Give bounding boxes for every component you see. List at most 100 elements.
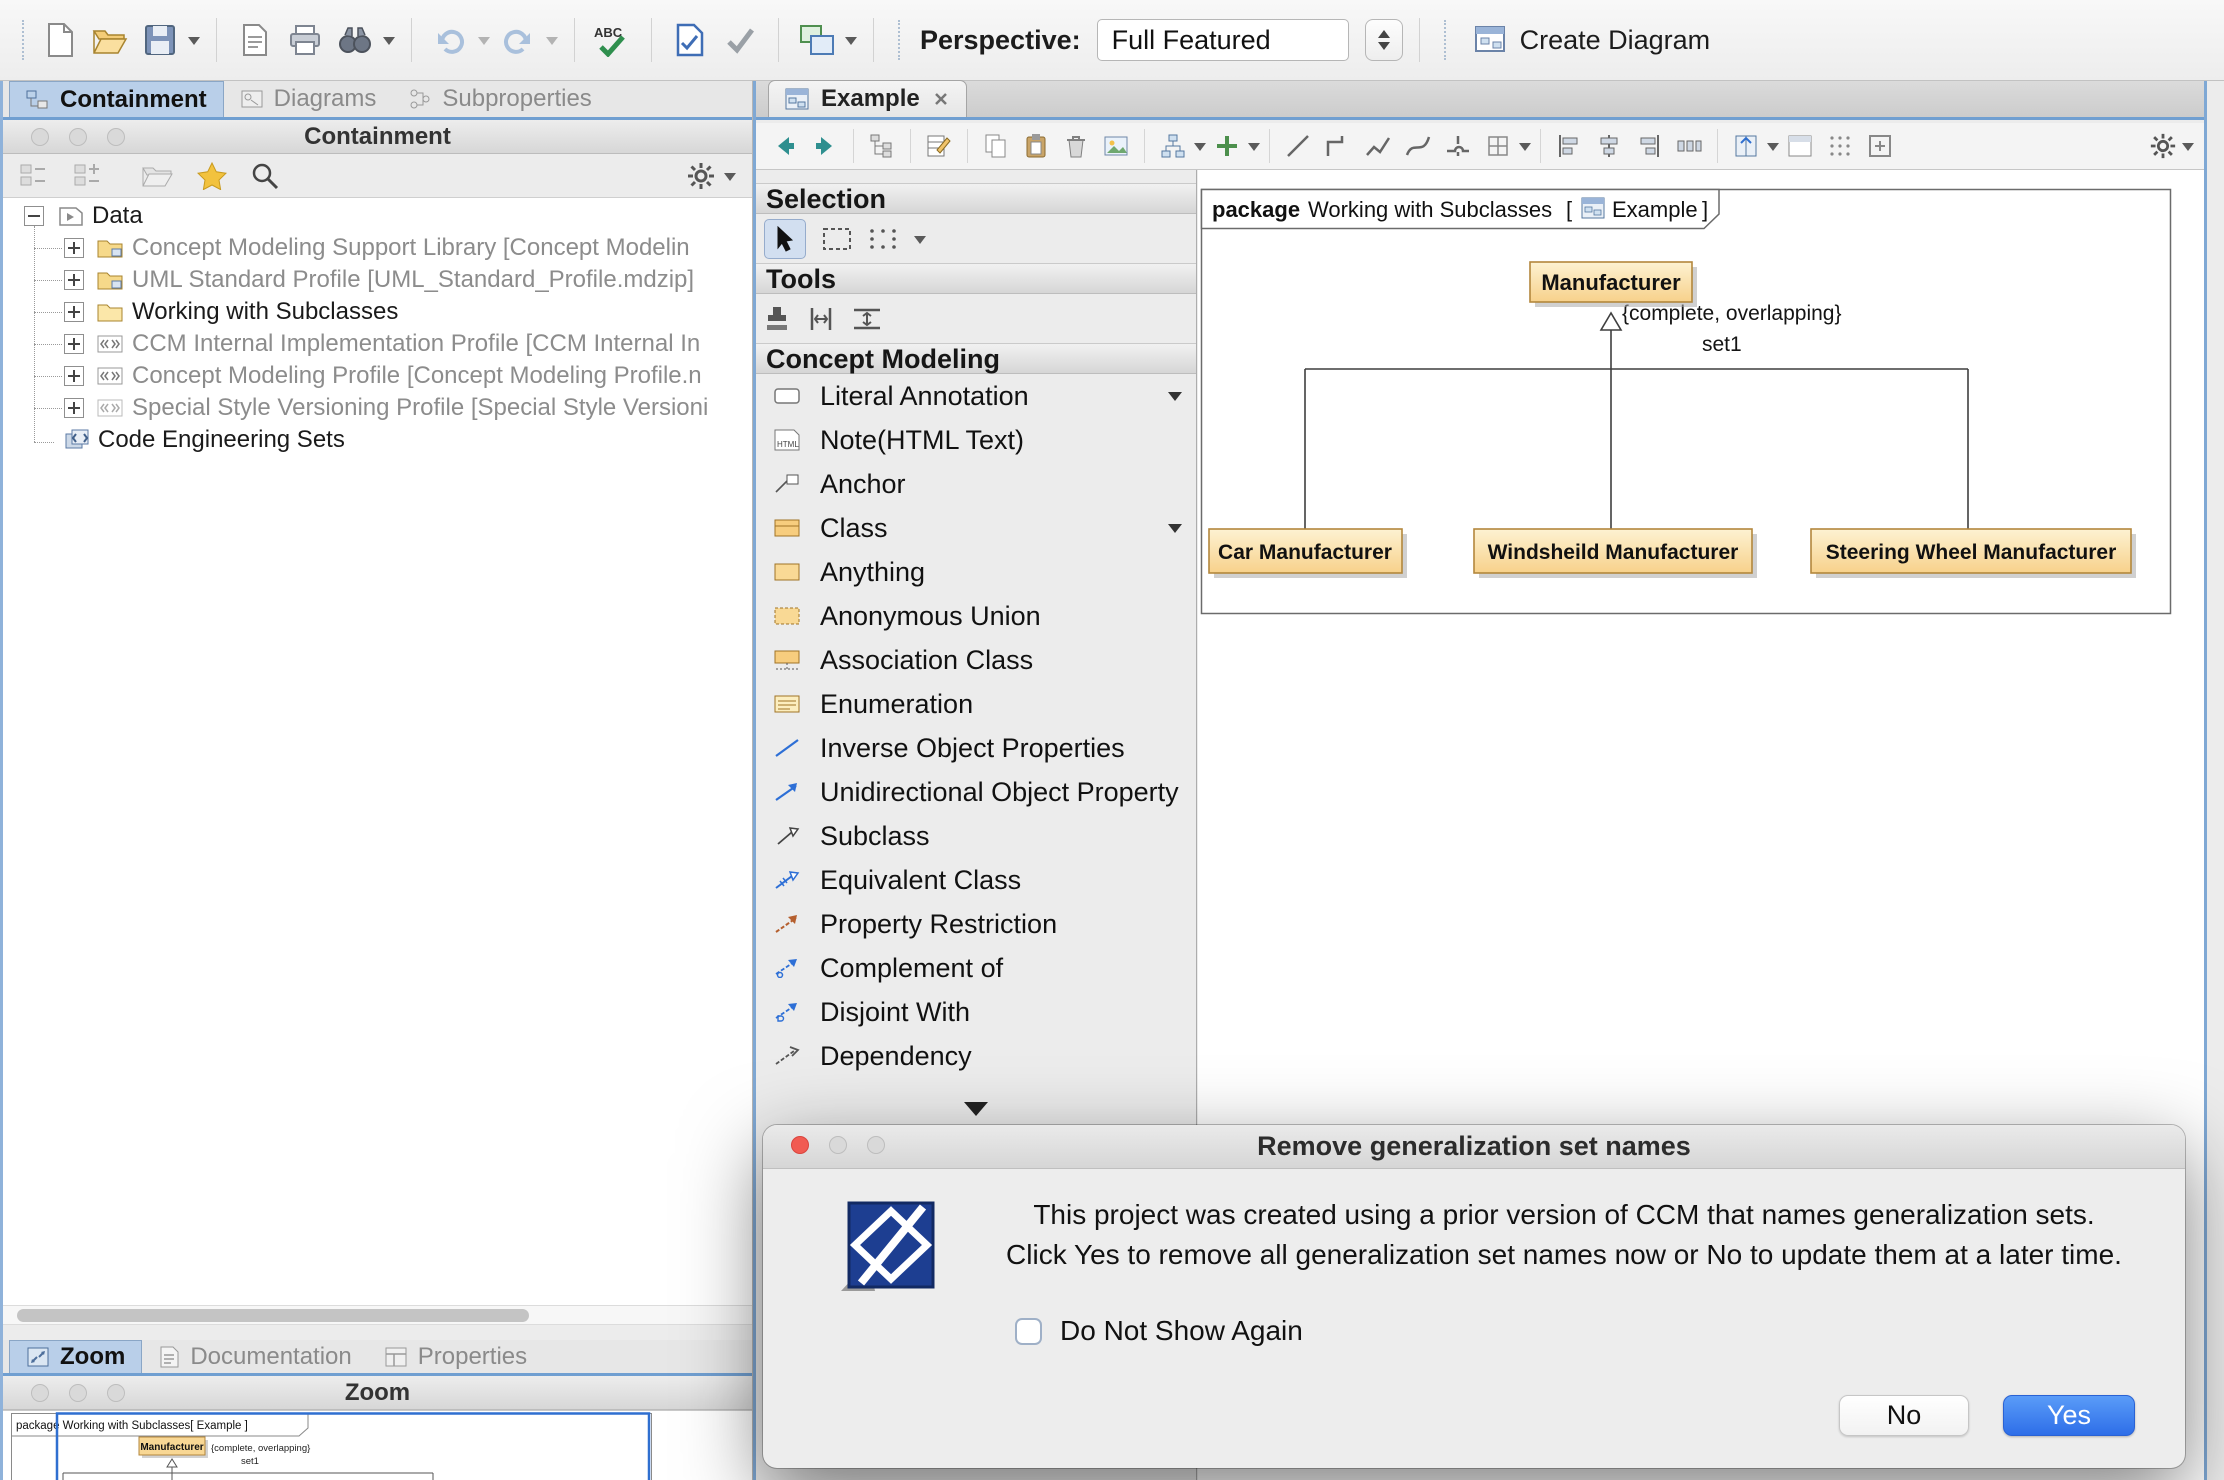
containment-horizontal-scrollbar[interactable] — [3, 1305, 752, 1325]
copy-button[interactable] — [977, 127, 1015, 165]
layout-button[interactable] — [1154, 127, 1192, 165]
oblique-path-button[interactable] — [1279, 127, 1317, 165]
class-caret[interactable] — [1168, 524, 1182, 540]
palette-item-complement-of[interactable]: Complement of — [756, 946, 1196, 990]
palette-item-class[interactable]: Class — [756, 506, 1196, 550]
align-tool-icon[interactable] — [806, 306, 836, 332]
open-project-button[interactable] — [88, 14, 132, 66]
tab-subproperties[interactable]: Subproperties — [392, 81, 607, 117]
align-right-button[interactable] — [1630, 127, 1668, 165]
undo-button[interactable] — [428, 14, 472, 66]
class-car-manufacturer[interactable]: Car Manufacturer — [1209, 529, 1407, 578]
minimize-circle-icon[interactable] — [69, 128, 87, 146]
expand-all-icon[interactable] — [73, 163, 103, 189]
palette-section-tools[interactable]: Tools — [756, 263, 1196, 294]
expand-toggle-icon[interactable] — [64, 238, 84, 258]
page-setup-button[interactable] — [233, 14, 277, 66]
grid-button[interactable] — [1479, 127, 1517, 165]
literal-annotation-caret[interactable] — [1168, 392, 1182, 408]
perspective-select[interactable]: Full Featured — [1097, 19, 1349, 61]
lasso-tool-icon[interactable] — [868, 227, 898, 251]
palette-item-literal-annotation[interactable]: Literal Annotation — [756, 374, 1196, 418]
distribute-tool-icon[interactable] — [852, 306, 882, 332]
tree-item-profile[interactable]: CCM Internal Implementation Profile [CCM… — [3, 328, 752, 360]
add-element-caret[interactable] — [1248, 143, 1260, 157]
expand-toggle-icon[interactable] — [64, 302, 84, 322]
print-menu-caret[interactable] — [383, 37, 395, 51]
class-windsheild-manufacturer[interactable]: Windsheild Manufacturer — [1474, 529, 1757, 578]
check-button[interactable] — [718, 14, 762, 66]
tree-item-package[interactable]: Working with Subclasses — [3, 296, 752, 328]
related-diagrams-button[interactable] — [795, 14, 839, 66]
class-manufacturer[interactable]: Manufacturer — [1530, 262, 1697, 307]
expand-toggle-icon[interactable] — [64, 334, 84, 354]
palette-item-subclass[interactable]: Subclass — [756, 814, 1196, 858]
show-diagram-info-button[interactable] — [1781, 127, 1819, 165]
create-diagram-button[interactable]: Create Diagram — [1474, 25, 1711, 56]
favorites-star-icon[interactable] — [197, 162, 227, 190]
palette-item-property-restriction[interactable]: Property Restriction — [756, 902, 1196, 946]
search-icon[interactable] — [251, 162, 279, 190]
align-center-button[interactable] — [1590, 127, 1628, 165]
bezier-path-button[interactable] — [1399, 127, 1437, 165]
close-tab-icon[interactable] — [932, 90, 950, 108]
toolbar-drag-handle[interactable] — [22, 20, 24, 60]
tab-containment[interactable]: Containment — [9, 81, 224, 117]
settings-gear-icon[interactable] — [686, 161, 716, 191]
align-left-button[interactable] — [1550, 127, 1588, 165]
redo-menu-caret[interactable] — [546, 37, 558, 51]
save-as-image-button[interactable] — [1097, 127, 1135, 165]
close-circle-icon[interactable] — [31, 1384, 49, 1402]
paste-button[interactable] — [1017, 127, 1055, 165]
palette-item-disjoint-with[interactable]: Disjoint With — [756, 990, 1196, 1034]
collapse-all-icon[interactable] — [19, 163, 49, 189]
toolbar-drag-handle[interactable] — [898, 20, 900, 60]
expand-circle-icon[interactable] — [107, 1384, 125, 1402]
palette-item-inverse-object-properties[interactable]: Inverse Object Properties — [756, 726, 1196, 770]
no-button[interactable]: No — [1839, 1395, 1969, 1436]
minimize-circle-icon[interactable] — [829, 1136, 847, 1154]
open-in-tree-icon[interactable] — [141, 163, 173, 189]
related-diagrams-caret[interactable] — [845, 37, 857, 51]
swimlane-menu-caret[interactable] — [1767, 143, 1779, 157]
line-jumps-button[interactable] — [1439, 127, 1477, 165]
layout-menu-caret[interactable] — [1194, 143, 1206, 157]
zigzag-path-button[interactable] — [1359, 127, 1397, 165]
palette-section-selection[interactable]: Selection — [756, 183, 1196, 214]
tree-item-data[interactable]: Data — [3, 200, 752, 232]
expand-circle-icon[interactable] — [867, 1136, 885, 1154]
undo-menu-caret[interactable] — [478, 37, 490, 51]
distribute-button[interactable] — [1670, 127, 1708, 165]
palette-item-note-html[interactable]: HTML Note(HTML Text) — [756, 418, 1196, 462]
expand-toggle-icon[interactable] — [64, 366, 84, 386]
delete-button[interactable] — [1057, 127, 1095, 165]
print-button[interactable] — [283, 14, 327, 66]
tab-diagrams[interactable]: Diagrams — [224, 81, 393, 117]
validate-button[interactable] — [668, 14, 712, 66]
new-project-button[interactable] — [38, 14, 82, 66]
perspective-stepper[interactable] — [1365, 19, 1403, 61]
close-circle-icon[interactable] — [791, 1136, 809, 1154]
generalization-set-name[interactable]: set1 — [1702, 333, 1742, 356]
tab-example-diagram[interactable]: Example — [768, 80, 967, 117]
edit-compartments-button[interactable] — [920, 127, 958, 165]
tree-item-profile[interactable]: Special Style Versioning Profile [Specia… — [3, 392, 752, 424]
zoom-preview-panel[interactable]: package Working with Subclasses[ Example… — [3, 1410, 752, 1480]
rectilinear-path-button[interactable] — [1319, 127, 1357, 165]
sticker-tool-icon[interactable] — [764, 305, 790, 333]
generalization-lines[interactable] — [1305, 330, 1968, 529]
add-element-button[interactable] — [1208, 127, 1246, 165]
collapse-toggle-icon[interactable] — [24, 206, 44, 226]
marquee-tool-icon[interactable] — [822, 227, 852, 251]
palette-item-association-class[interactable]: Association Class — [756, 638, 1196, 682]
expand-toggle-icon[interactable] — [64, 270, 84, 290]
settings-menu-caret[interactable] — [724, 173, 736, 187]
show-containment-button[interactable] — [863, 127, 901, 165]
find-button[interactable] — [333, 14, 377, 66]
expand-circle-icon[interactable] — [107, 128, 125, 146]
tab-properties[interactable]: Properties — [368, 1340, 543, 1373]
close-circle-icon[interactable] — [31, 128, 49, 146]
scrollbar-thumb[interactable] — [17, 1309, 529, 1322]
redo-button[interactable] — [496, 14, 540, 66]
tab-documentation[interactable]: Documentation — [142, 1340, 367, 1373]
